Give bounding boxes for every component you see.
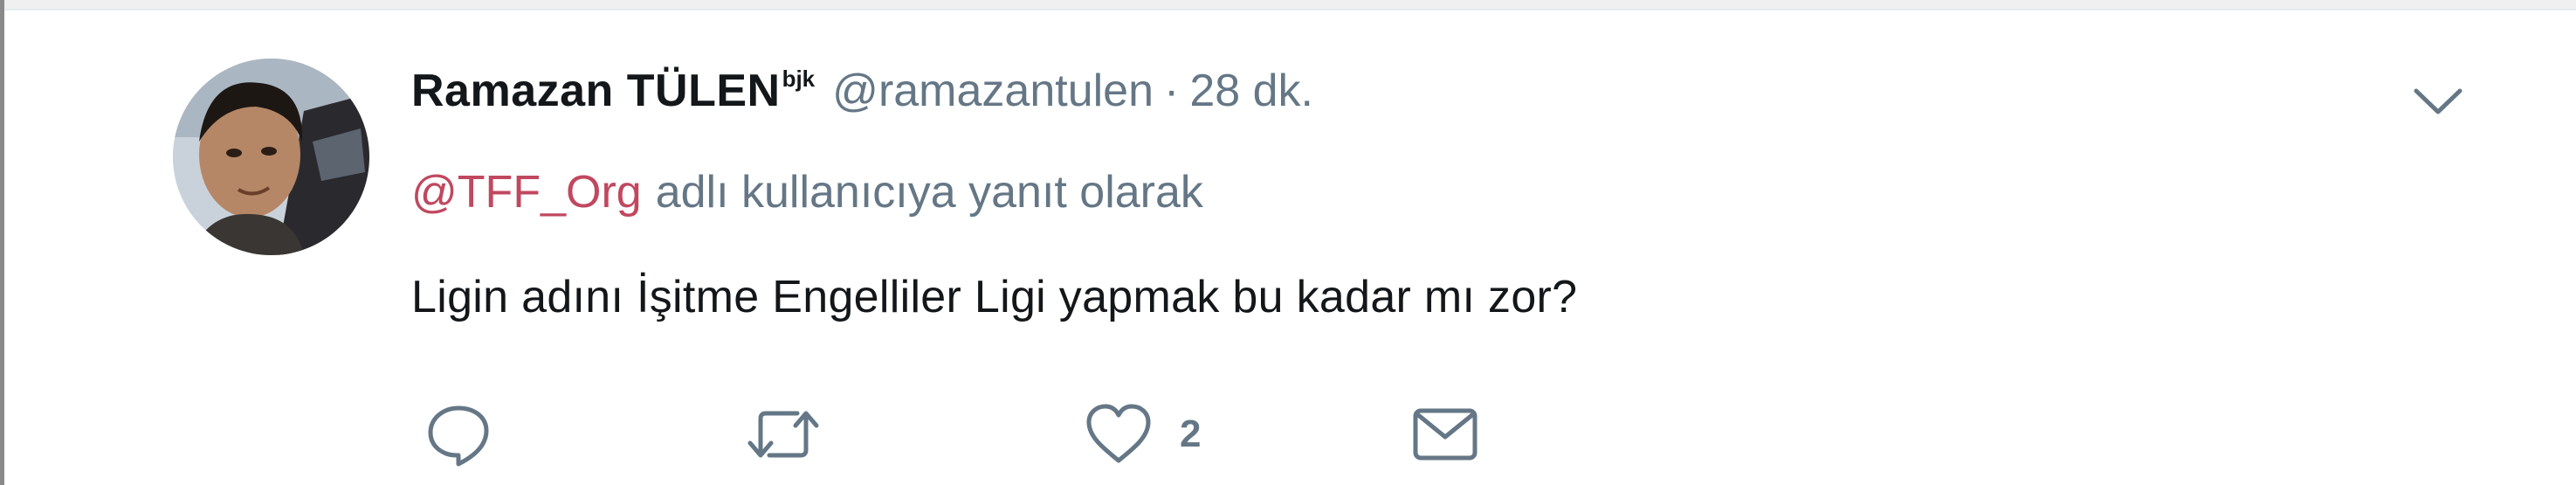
direct-message-button[interactable] [1410, 395, 1480, 474]
retweet-icon [747, 411, 819, 458]
previous-item-divider [4, 0, 2576, 10]
tweet-timestamp[interactable]: 28 dk. [1189, 65, 1313, 117]
tweet-body-text: Ligin adını İşitme Engelliler Ligi yapma… [411, 272, 1578, 322]
envelope-icon [1413, 408, 1477, 461]
author-name-suffix: bjk [782, 66, 816, 92]
chevron-down-icon [2414, 88, 2462, 114]
reply-button[interactable] [424, 395, 493, 474]
header-separator: · [1164, 66, 1180, 116]
retweet-button[interactable] [743, 395, 823, 474]
reply-context-text: adlı kullanıcıya yanıt olarak [655, 167, 1203, 218]
reply-context: @TFF_Org adlı kullanıcıya yanıt olarak [411, 166, 1203, 218]
author-avatar[interactable] [173, 59, 369, 255]
author-handle[interactable]: @ramazantulen [832, 65, 1154, 117]
tweet-menu-button[interactable] [2407, 80, 2469, 124]
reply-icon [428, 405, 489, 467]
tweet-card[interactable]: Ramazan TÜLEN bjk @ramazantulen · 28 dk.… [4, 10, 2576, 485]
like-button[interactable]: 2 [1084, 395, 1201, 474]
avatar-photo-icon [173, 59, 369, 255]
author-display-name[interactable]: Ramazan TÜLEN [411, 65, 781, 117]
heart-icon [1086, 404, 1151, 463]
tweet-header: Ramazan TÜLEN bjk @ramazantulen · 28 dk. [411, 65, 1313, 126]
reply-mention-link[interactable]: @TFF_Org [411, 167, 642, 218]
like-count: 2 [1180, 412, 1202, 455]
